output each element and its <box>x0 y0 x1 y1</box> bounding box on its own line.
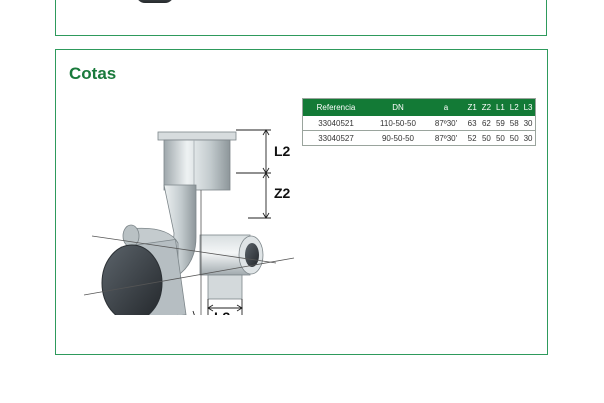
cell-z2: 50 <box>479 130 494 146</box>
cell-referencia: 33040521 <box>302 116 369 131</box>
cell-l3: 30 <box>521 130 536 146</box>
dimensions-panel: Cotas L2 Z2 Referencia DN a Z1 Z2 L1 L2 … <box>55 49 548 355</box>
cell-dn: 110-50-50 <box>369 116 427 131</box>
cell-l2: 50 <box>507 130 522 146</box>
rear-socket-ring <box>122 224 140 248</box>
cell-l2: 58 <box>507 116 522 131</box>
header-l1: L1 <box>493 98 508 116</box>
header-z1: Z1 <box>465 98 480 116</box>
dimension-label-l2: L2 <box>274 143 291 159</box>
fitting-image-fragment <box>136 0 174 3</box>
table-header-row: Referencia DN a Z1 Z2 L1 L2 L3 <box>302 98 536 116</box>
cell-z1: 63 <box>465 116 480 131</box>
dimensions-table: Referencia DN a Z1 Z2 L1 L2 L3 33040521 … <box>302 98 536 146</box>
table-row: 33040521 110-50-50 87º30' 63 62 59 58 30 <box>302 116 536 131</box>
side-branch <box>199 234 264 300</box>
header-referencia: Referencia <box>302 98 369 116</box>
cell-referencia: 33040527 <box>302 130 369 146</box>
cell-angle: 87º30' <box>427 116 465 131</box>
cell-z2: 62 <box>479 116 494 131</box>
header-angle: a <box>427 98 465 116</box>
dimension-label-z2: Z2 <box>274 185 291 201</box>
header-l3: L3 <box>521 98 536 116</box>
dimension-label-l3: L3 <box>214 309 231 315</box>
vertical-dimensions <box>236 129 271 219</box>
section-title: Cotas <box>69 64 117 83</box>
cell-dn: 90-50-50 <box>369 130 427 146</box>
cell-l1: 59 <box>493 116 508 131</box>
header-dn: DN <box>369 98 427 116</box>
header-l2: L2 <box>507 98 522 116</box>
cell-l3: 30 <box>521 116 536 131</box>
table-row: 33040527 90-50-50 87º30' 52 50 50 50 30 <box>302 130 536 146</box>
cell-angle: 87º30' <box>427 130 465 146</box>
main-pipe-end <box>101 239 187 315</box>
cell-z1: 52 <box>465 130 480 146</box>
cell-l1: 50 <box>493 130 508 146</box>
elbow-tee-dimension-diagram: L2 Z2 L3 L1 Z1 <box>83 129 295 315</box>
top-socket <box>157 131 237 191</box>
previous-section-panel <box>55 0 547 36</box>
header-z2: Z2 <box>479 98 494 116</box>
